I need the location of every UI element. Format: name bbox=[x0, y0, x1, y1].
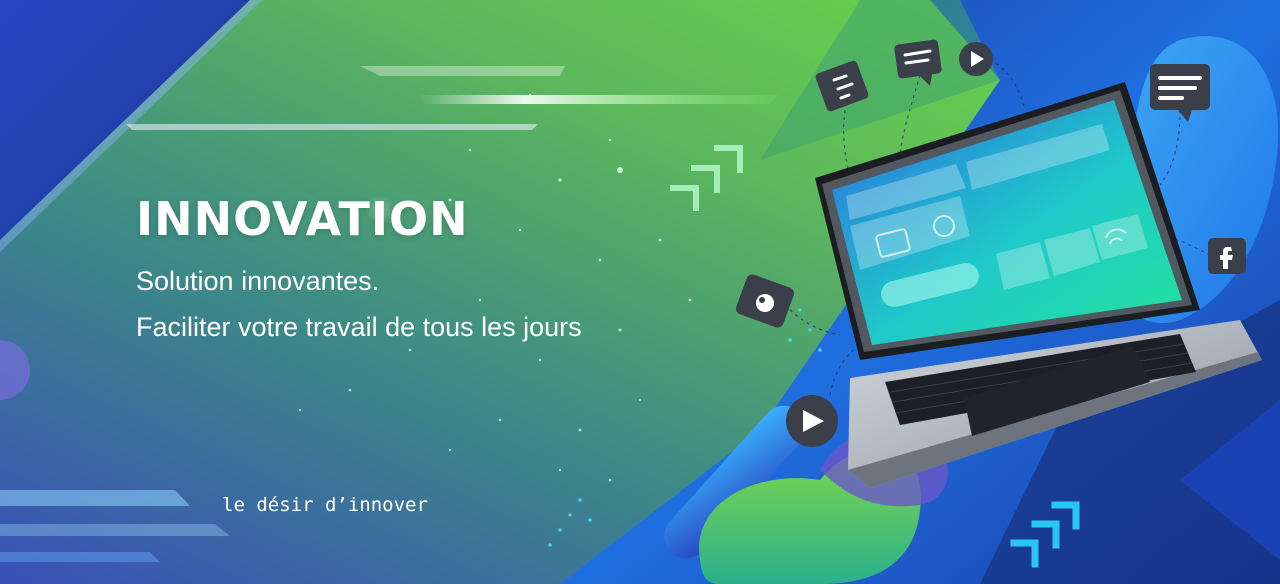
play-icon bbox=[786, 395, 838, 447]
hero-banner: INNOVATION Solution innovantes. Facilite… bbox=[0, 0, 1280, 584]
page-title: INNOVATION bbox=[136, 192, 469, 246]
tagline: le désir d’innover bbox=[222, 494, 428, 516]
facebook-icon bbox=[1208, 238, 1246, 274]
play-icon bbox=[959, 42, 993, 76]
subtitle-line-1: Solution innovantes. bbox=[136, 266, 380, 296]
subtitle-line-2: Faciliter votre travail de tous les jour… bbox=[136, 312, 582, 342]
